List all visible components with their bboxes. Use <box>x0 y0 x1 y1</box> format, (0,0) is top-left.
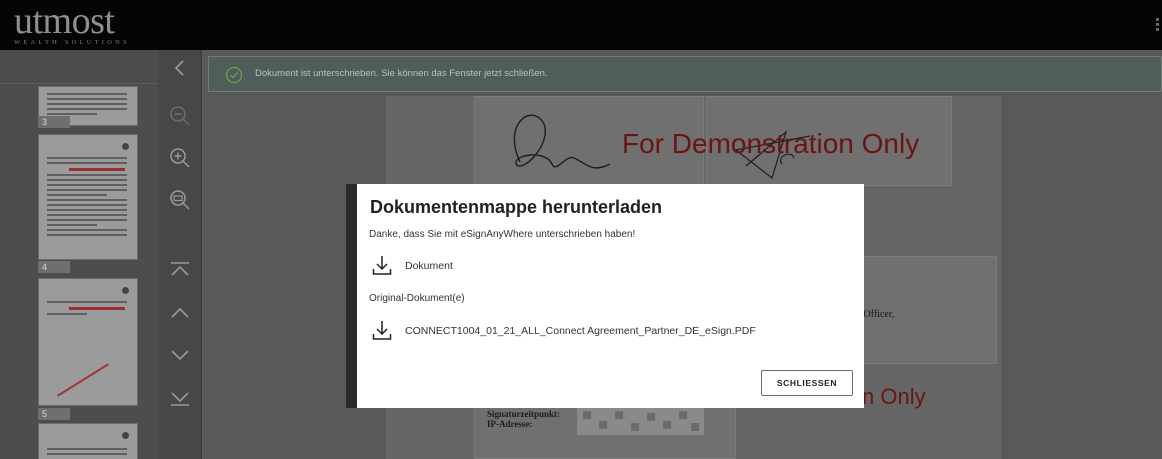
zoom-out-icon[interactable] <box>168 104 192 128</box>
thumbnail-page-number: 5 <box>38 408 70 420</box>
demo-watermark: n Only <box>862 384 926 409</box>
fit-width-icon[interactable] <box>168 188 192 212</box>
brand-tagline: WEALTH SOLUTIONS <box>14 39 130 46</box>
dialog-title: Dokumentenmappe herunterladen <box>370 197 663 217</box>
check-circle-icon <box>225 66 243 84</box>
top-bar: utmost WEALTH SOLUTIONS <box>0 0 1162 50</box>
signature-time-label: Signaturzeitpunkt: <box>487 409 561 419</box>
chevron-left-icon[interactable] <box>168 56 192 80</box>
download-document-link[interactable]: Dokument <box>372 254 832 280</box>
viewer-toolbar <box>158 50 202 459</box>
dialog-subtitle: Danke, dass Sie mit eSignAnyWhere unters… <box>369 229 636 240</box>
download-original-link[interactable]: CONNECT1004_01_21_ALL_Connect Agreement_… <box>372 319 832 345</box>
zoom-in-icon[interactable] <box>168 146 192 170</box>
thumbnails-header <box>0 50 158 84</box>
thumbnail-page-6[interactable] <box>38 423 138 459</box>
more-options-icon[interactable] <box>1154 18 1160 32</box>
original-file-name: CONNECT1004_01_21_ALL_Connect Agreement_… <box>405 325 756 337</box>
ip-address-label: IP-Adresse: <box>487 419 533 429</box>
thumbnail-page-number: 4 <box>38 261 70 273</box>
chevron-up-icon[interactable] <box>168 301 192 325</box>
thumbnail-page-5[interactable] <box>38 278 138 406</box>
esign-viewer: utmost WEALTH SOLUTIONS 3 4 5 Dokument i… <box>0 0 1162 459</box>
download-icon <box>372 319 392 341</box>
thumbnail-page-4[interactable] <box>38 134 138 260</box>
thumbnail-page-number: 3 <box>38 116 70 128</box>
brand-name: utmost <box>14 0 115 42</box>
redacted-signature-data <box>577 407 704 435</box>
close-button[interactable]: SCHLIESSEN <box>761 370 853 396</box>
originals-heading: Original-Dokument(e) <box>369 293 465 304</box>
page-thumbnails-panel: 3 4 5 <box>0 50 158 459</box>
first-page-icon[interactable] <box>168 258 192 282</box>
handwritten-signature <box>513 114 611 169</box>
download-dialog: Dokumentenmappe herunterladen Danke, das… <box>346 184 864 408</box>
brand-logo: utmost WEALTH SOLUTIONS <box>14 0 130 46</box>
signed-notification: Dokument ist unterschrieben. Sie können … <box>208 56 1162 92</box>
notification-message: Dokument ist unterschrieben. Sie können … <box>255 68 548 79</box>
last-page-icon[interactable] <box>168 386 192 410</box>
download-document-label: Dokument <box>405 260 453 272</box>
demo-watermark: For Demonstration Only <box>622 128 920 159</box>
chevron-down-icon[interactable] <box>168 343 192 367</box>
download-icon <box>372 254 392 276</box>
signature-metadata: Signaturzeitpunkt: IP-Adresse: <box>487 409 560 429</box>
